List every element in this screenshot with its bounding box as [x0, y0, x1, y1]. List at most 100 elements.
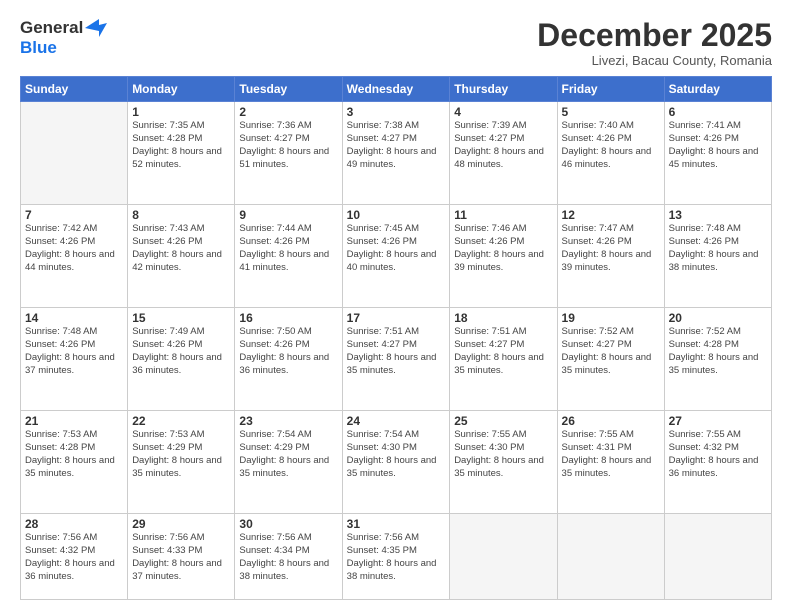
day-info: Sunrise: 7:53 AM Sunset: 4:29 PM Dayligh…	[132, 429, 230, 480]
day-number: 28	[25, 517, 123, 531]
day-info: Sunrise: 7:53 AM Sunset: 4:28 PM Dayligh…	[25, 429, 123, 480]
day-number: 3	[347, 105, 446, 119]
day-number: 30	[239, 517, 337, 531]
day-number: 14	[25, 311, 123, 325]
day-number: 29	[132, 517, 230, 531]
day-info: Sunrise: 7:36 AM Sunset: 4:27 PM Dayligh…	[239, 120, 337, 171]
table-row: 26Sunrise: 7:55 AM Sunset: 4:31 PM Dayli…	[557, 411, 664, 514]
header: General Blue December 2025 Livezi, Bacau…	[20, 18, 772, 68]
day-number: 31	[347, 517, 446, 531]
table-row: 15Sunrise: 7:49 AM Sunset: 4:26 PM Dayli…	[128, 308, 235, 411]
table-row: 30Sunrise: 7:56 AM Sunset: 4:34 PM Dayli…	[235, 514, 342, 600]
col-wednesday: Wednesday	[342, 77, 450, 102]
day-number: 4	[454, 105, 552, 119]
table-row: 13Sunrise: 7:48 AM Sunset: 4:26 PM Dayli…	[664, 205, 771, 308]
day-info: Sunrise: 7:55 AM Sunset: 4:31 PM Dayligh…	[562, 429, 660, 480]
table-row: 31Sunrise: 7:56 AM Sunset: 4:35 PM Dayli…	[342, 514, 450, 600]
day-info: Sunrise: 7:40 AM Sunset: 4:26 PM Dayligh…	[562, 120, 660, 171]
day-number: 10	[347, 208, 446, 222]
col-sunday: Sunday	[21, 77, 128, 102]
day-info: Sunrise: 7:45 AM Sunset: 4:26 PM Dayligh…	[347, 223, 446, 274]
col-tuesday: Tuesday	[235, 77, 342, 102]
table-row	[664, 514, 771, 600]
logo-bird-icon	[85, 19, 107, 37]
day-number: 5	[562, 105, 660, 119]
day-number: 2	[239, 105, 337, 119]
day-info: Sunrise: 7:50 AM Sunset: 4:26 PM Dayligh…	[239, 326, 337, 377]
table-row: 6Sunrise: 7:41 AM Sunset: 4:26 PM Daylig…	[664, 102, 771, 205]
day-number: 16	[239, 311, 337, 325]
table-row: 14Sunrise: 7:48 AM Sunset: 4:26 PM Dayli…	[21, 308, 128, 411]
table-row: 11Sunrise: 7:46 AM Sunset: 4:26 PM Dayli…	[450, 205, 557, 308]
day-number: 19	[562, 311, 660, 325]
table-row: 21Sunrise: 7:53 AM Sunset: 4:28 PM Dayli…	[21, 411, 128, 514]
col-friday: Friday	[557, 77, 664, 102]
day-info: Sunrise: 7:51 AM Sunset: 4:27 PM Dayligh…	[347, 326, 446, 377]
day-number: 26	[562, 414, 660, 428]
table-row: 12Sunrise: 7:47 AM Sunset: 4:26 PM Dayli…	[557, 205, 664, 308]
table-row: 1Sunrise: 7:35 AM Sunset: 4:28 PM Daylig…	[128, 102, 235, 205]
table-row: 7Sunrise: 7:42 AM Sunset: 4:26 PM Daylig…	[21, 205, 128, 308]
table-row: 23Sunrise: 7:54 AM Sunset: 4:29 PM Dayli…	[235, 411, 342, 514]
title-block: December 2025 Livezi, Bacau County, Roma…	[537, 18, 772, 68]
day-info: Sunrise: 7:48 AM Sunset: 4:26 PM Dayligh…	[25, 326, 123, 377]
table-row: 19Sunrise: 7:52 AM Sunset: 4:27 PM Dayli…	[557, 308, 664, 411]
day-info: Sunrise: 7:44 AM Sunset: 4:26 PM Dayligh…	[239, 223, 337, 274]
day-number: 27	[669, 414, 767, 428]
table-row: 28Sunrise: 7:56 AM Sunset: 4:32 PM Dayli…	[21, 514, 128, 600]
table-row: 22Sunrise: 7:53 AM Sunset: 4:29 PM Dayli…	[128, 411, 235, 514]
day-number: 12	[562, 208, 660, 222]
day-info: Sunrise: 7:35 AM Sunset: 4:28 PM Dayligh…	[132, 120, 230, 171]
table-row	[557, 514, 664, 600]
month-title: December 2025	[537, 18, 772, 53]
day-info: Sunrise: 7:41 AM Sunset: 4:26 PM Dayligh…	[669, 120, 767, 171]
day-number: 9	[239, 208, 337, 222]
day-number: 20	[669, 311, 767, 325]
table-row: 29Sunrise: 7:56 AM Sunset: 4:33 PM Dayli…	[128, 514, 235, 600]
day-number: 7	[25, 208, 123, 222]
day-number: 18	[454, 311, 552, 325]
subtitle: Livezi, Bacau County, Romania	[537, 53, 772, 68]
header-row: Sunday Monday Tuesday Wednesday Thursday…	[21, 77, 772, 102]
table-row: 18Sunrise: 7:51 AM Sunset: 4:27 PM Dayli…	[450, 308, 557, 411]
col-monday: Monday	[128, 77, 235, 102]
table-row	[450, 514, 557, 600]
table-row: 9Sunrise: 7:44 AM Sunset: 4:26 PM Daylig…	[235, 205, 342, 308]
day-number: 17	[347, 311, 446, 325]
day-info: Sunrise: 7:56 AM Sunset: 4:33 PM Dayligh…	[132, 532, 230, 583]
table-row: 27Sunrise: 7:55 AM Sunset: 4:32 PM Dayli…	[664, 411, 771, 514]
day-number: 11	[454, 208, 552, 222]
logo-blue: Blue	[20, 38, 57, 58]
table-row	[21, 102, 128, 205]
col-saturday: Saturday	[664, 77, 771, 102]
day-number: 6	[669, 105, 767, 119]
col-thursday: Thursday	[450, 77, 557, 102]
day-number: 15	[132, 311, 230, 325]
logo: General Blue	[20, 18, 107, 57]
day-info: Sunrise: 7:47 AM Sunset: 4:26 PM Dayligh…	[562, 223, 660, 274]
day-info: Sunrise: 7:52 AM Sunset: 4:28 PM Dayligh…	[669, 326, 767, 377]
day-number: 1	[132, 105, 230, 119]
table-row: 24Sunrise: 7:54 AM Sunset: 4:30 PM Dayli…	[342, 411, 450, 514]
day-number: 23	[239, 414, 337, 428]
day-info: Sunrise: 7:52 AM Sunset: 4:27 PM Dayligh…	[562, 326, 660, 377]
table-row: 5Sunrise: 7:40 AM Sunset: 4:26 PM Daylig…	[557, 102, 664, 205]
day-number: 13	[669, 208, 767, 222]
table-row: 10Sunrise: 7:45 AM Sunset: 4:26 PM Dayli…	[342, 205, 450, 308]
day-info: Sunrise: 7:56 AM Sunset: 4:32 PM Dayligh…	[25, 532, 123, 583]
day-info: Sunrise: 7:38 AM Sunset: 4:27 PM Dayligh…	[347, 120, 446, 171]
day-info: Sunrise: 7:48 AM Sunset: 4:26 PM Dayligh…	[669, 223, 767, 274]
day-info: Sunrise: 7:54 AM Sunset: 4:29 PM Dayligh…	[239, 429, 337, 480]
day-info: Sunrise: 7:46 AM Sunset: 4:26 PM Dayligh…	[454, 223, 552, 274]
day-number: 21	[25, 414, 123, 428]
table-row: 17Sunrise: 7:51 AM Sunset: 4:27 PM Dayli…	[342, 308, 450, 411]
table-row: 8Sunrise: 7:43 AM Sunset: 4:26 PM Daylig…	[128, 205, 235, 308]
day-number: 22	[132, 414, 230, 428]
table-row: 20Sunrise: 7:52 AM Sunset: 4:28 PM Dayli…	[664, 308, 771, 411]
day-info: Sunrise: 7:49 AM Sunset: 4:26 PM Dayligh…	[132, 326, 230, 377]
day-info: Sunrise: 7:55 AM Sunset: 4:32 PM Dayligh…	[669, 429, 767, 480]
day-info: Sunrise: 7:55 AM Sunset: 4:30 PM Dayligh…	[454, 429, 552, 480]
day-info: Sunrise: 7:42 AM Sunset: 4:26 PM Dayligh…	[25, 223, 123, 274]
day-number: 24	[347, 414, 446, 428]
day-info: Sunrise: 7:54 AM Sunset: 4:30 PM Dayligh…	[347, 429, 446, 480]
